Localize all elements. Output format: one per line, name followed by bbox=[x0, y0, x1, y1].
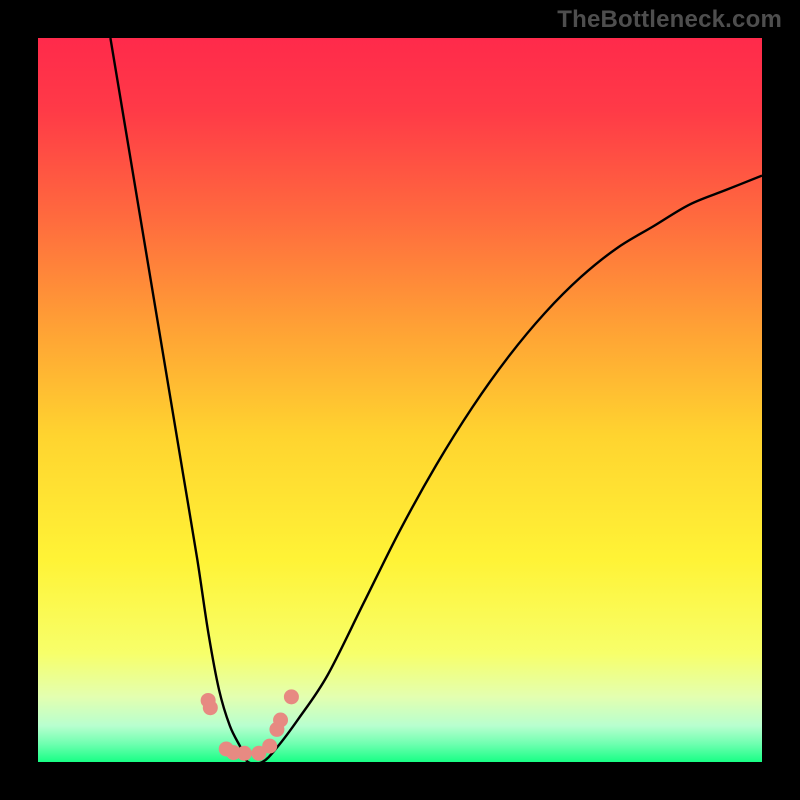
data-markers bbox=[201, 689, 299, 760]
data-point bbox=[273, 713, 288, 728]
curve-layer bbox=[38, 38, 762, 762]
watermark-text: TheBottleneck.com bbox=[557, 6, 782, 34]
data-point bbox=[203, 700, 218, 715]
data-point bbox=[262, 739, 277, 754]
chart-frame: TheBottleneck.com bbox=[0, 0, 800, 800]
data-point bbox=[237, 746, 252, 761]
plot-area bbox=[38, 38, 762, 762]
bottleneck-curve bbox=[110, 38, 762, 762]
data-point bbox=[284, 689, 299, 704]
